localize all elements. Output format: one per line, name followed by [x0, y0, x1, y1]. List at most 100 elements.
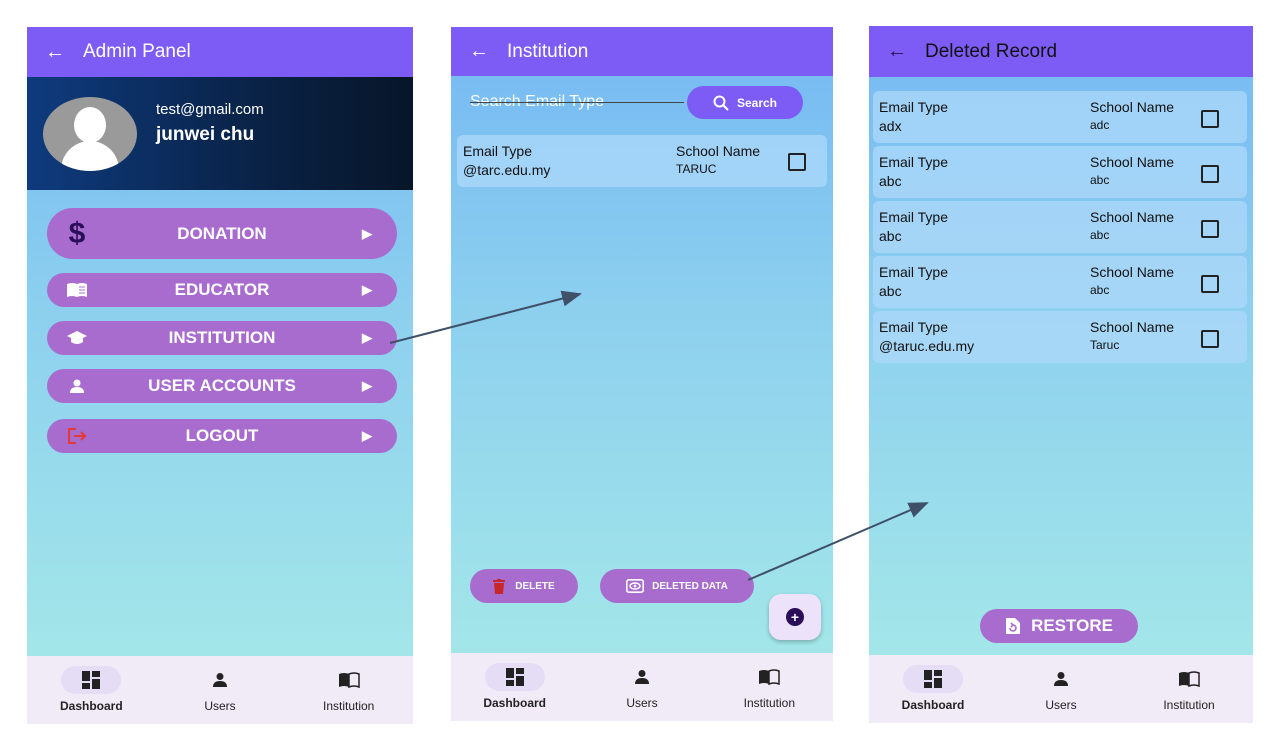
institution-button[interactable]: INSTITUTION ▶ — [47, 321, 397, 355]
email-type-value: abc — [879, 283, 902, 299]
restore-label: RESTORE — [1031, 616, 1113, 635]
person-icon — [213, 673, 227, 687]
back-arrow-icon[interactable]: ← — [451, 40, 507, 63]
school-name-value: adc — [1090, 118, 1110, 132]
email-type-value: adx — [879, 118, 902, 134]
nav-institution[interactable]: Institution — [706, 653, 833, 721]
nav-users[interactable]: Users — [156, 656, 285, 724]
play-arrow-icon: ▶ — [362, 225, 372, 241]
school-name-value: abc — [1090, 283, 1110, 297]
deleted-record-row[interactable]: Email Type abc School Name abc — [873, 256, 1247, 308]
email-type-label: Email Type — [463, 143, 532, 159]
deleted-record-row[interactable]: Email Type abc School Name abc — [873, 146, 1247, 198]
nav-users[interactable]: Users — [578, 653, 705, 721]
nav-dashboard-label: Dashboard — [59, 699, 123, 713]
deleted-data-label: DELETED DATA — [652, 580, 728, 592]
deleted-data-button[interactable]: DELETED DATA — [600, 569, 754, 603]
admin-panel-screen: ← Admin Panel test@gmail.com junwei chu … — [27, 27, 413, 724]
restore-icon — [1006, 618, 1021, 634]
person-icon — [47, 379, 107, 393]
page-title: Admin Panel — [83, 41, 191, 62]
book-icon — [47, 282, 107, 298]
book-icon — [1179, 671, 1200, 687]
record-checkbox[interactable] — [1201, 275, 1219, 293]
add-fab[interactable]: + — [769, 594, 821, 640]
nav-institution-label: Institution — [743, 696, 795, 710]
nav-dashboard[interactable]: Dashboard — [869, 655, 997, 723]
school-name-value: abc — [1090, 228, 1110, 242]
school-icon — [47, 331, 107, 345]
record-checkbox[interactable] — [788, 153, 806, 171]
bottom-navigation: Dashboard Users Institution — [451, 653, 833, 721]
play-arrow-icon: ▶ — [362, 282, 372, 297]
dashboard-icon — [82, 671, 101, 689]
school-name-label: School Name — [1090, 99, 1175, 115]
email-type-value: @tarc.edu.my — [463, 162, 551, 178]
nav-institution[interactable]: Institution — [284, 656, 413, 724]
nav-institution[interactable]: Institution — [1125, 655, 1253, 723]
deleted-record-row[interactable]: Email Type adx School Name adc — [873, 91, 1247, 143]
app-bar: ← Institution — [451, 27, 833, 76]
deleted-record-screen: ← Deleted Record Email Type adx School N… — [869, 26, 1253, 723]
back-arrow-icon[interactable]: ← — [869, 40, 925, 63]
search-icon — [713, 95, 729, 111]
user-accounts-button[interactable]: USER ACCOUNTS ▶ — [47, 369, 397, 403]
bottom-navigation: Dashboard Users Institution — [27, 656, 413, 724]
email-type-label: Email Type — [879, 319, 948, 335]
search-button-label: Search — [736, 95, 778, 110]
logout-label: LOGOUT — [185, 426, 259, 445]
trash-icon — [493, 578, 506, 594]
donation-button[interactable]: $ DONATION ▶ — [47, 208, 397, 259]
email-type-value: @taruc.edu.my — [879, 338, 975, 354]
record-checkbox[interactable] — [1201, 220, 1219, 238]
school-name-label: School Name — [1090, 154, 1175, 170]
book-icon — [759, 669, 781, 685]
delete-button[interactable]: DELETE — [470, 569, 578, 603]
deleted-record-row[interactable]: Email Type abc School Name abc — [873, 201, 1247, 253]
record-checkbox[interactable] — [1201, 165, 1219, 183]
school-name-value: abc — [1090, 173, 1110, 187]
school-name-value: Taruc — [1090, 338, 1120, 352]
nav-users-label: Users — [1045, 698, 1077, 712]
nav-dashboard-label: Dashboard — [901, 698, 965, 712]
book-icon — [338, 672, 360, 688]
app-bar: ← Deleted Record — [869, 26, 1253, 77]
educator-label: EDUCATOR — [174, 280, 270, 299]
person-icon — [1054, 672, 1068, 686]
search-underline — [470, 102, 684, 103]
educator-button[interactable]: EDUCATOR ▶ — [47, 273, 397, 307]
donation-label: DONATION — [177, 223, 267, 243]
email-type-label: Email Type — [879, 264, 948, 280]
deleted-record-row[interactable]: Email Type @taruc.edu.my School Name Tar… — [873, 311, 1247, 363]
person-icon — [634, 670, 649, 684]
record-checkbox[interactable] — [1201, 110, 1219, 128]
logout-button[interactable]: LOGOUT ▶ — [47, 419, 397, 453]
dashboard-icon — [505, 668, 524, 686]
back-arrow-icon[interactable]: ← — [27, 41, 83, 64]
eye-icon — [626, 579, 645, 593]
email-type-label: Email Type — [879, 154, 948, 170]
school-name-label: School Name — [676, 143, 761, 159]
institution-screen: ← Institution Search Email Type Search E… — [451, 27, 833, 721]
user-accounts-label: USER ACCOUNTS — [148, 376, 296, 395]
page-title: Deleted Record — [925, 40, 1058, 62]
bottom-navigation: Dashboard Users Institution — [869, 655, 1253, 723]
user-name: junwei chu — [156, 124, 255, 145]
school-name-value: TARUC — [676, 162, 717, 176]
restore-button[interactable]: RESTORE — [980, 609, 1138, 643]
user-email: test@gmail.com — [156, 101, 264, 118]
nav-users-label: Users — [626, 696, 658, 710]
record-checkbox[interactable] — [1201, 330, 1219, 348]
page-title: Institution — [507, 40, 589, 62]
institution-record[interactable]: Email Type @tarc.edu.my School Name TARU… — [457, 135, 827, 187]
play-arrow-icon: ▶ — [362, 330, 372, 345]
nav-users[interactable]: Users — [997, 655, 1125, 723]
app-bar: ← Admin Panel — [27, 27, 413, 77]
nav-dashboard[interactable]: Dashboard — [451, 653, 578, 721]
dashboard-icon — [924, 670, 942, 688]
nav-dashboard[interactable]: Dashboard — [27, 656, 156, 724]
nav-institution-label: Institution — [1163, 698, 1215, 712]
nav-users-label: Users — [204, 699, 236, 713]
search-button[interactable]: Search — [687, 86, 803, 119]
delete-label: DELETE — [515, 580, 555, 592]
